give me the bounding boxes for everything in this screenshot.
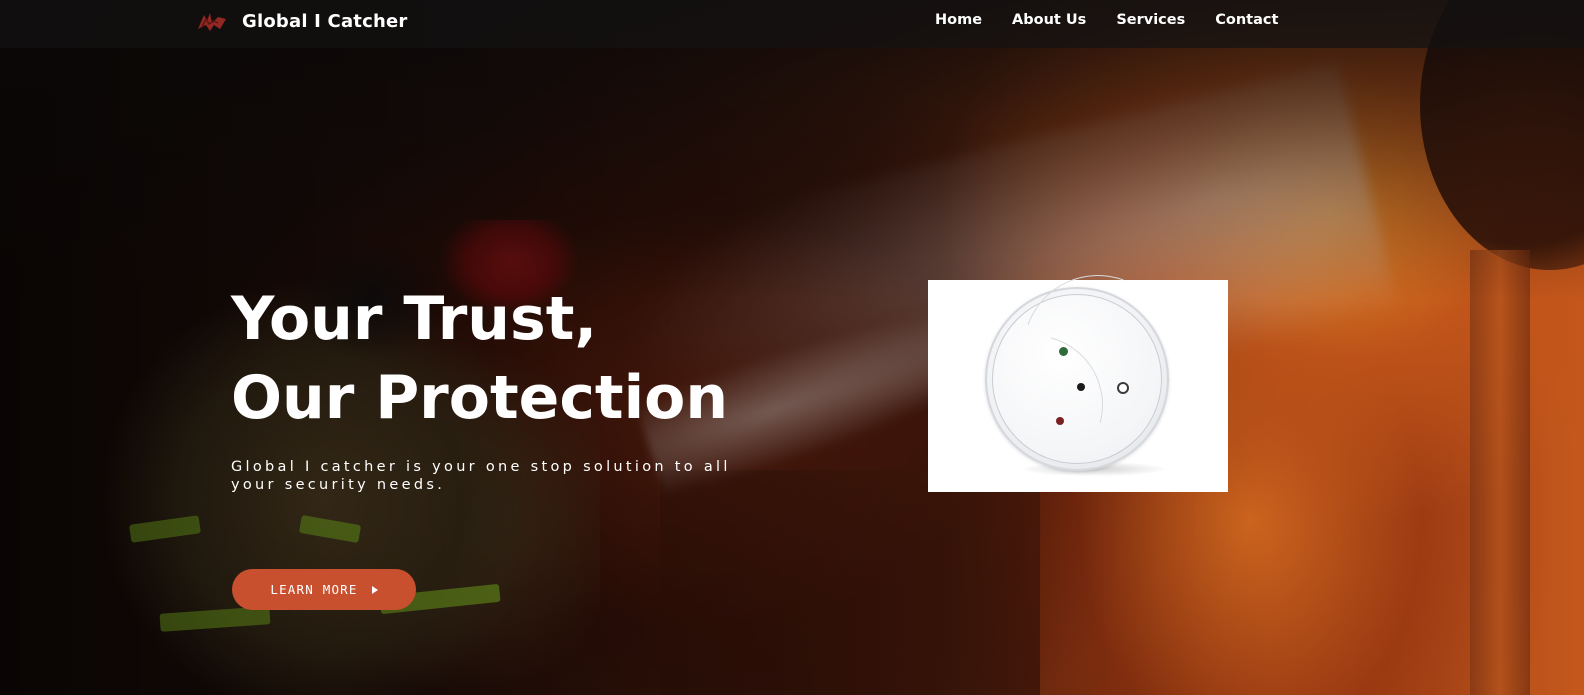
red-led-icon [1056, 417, 1064, 425]
hero-headline: Your Trust, Our Protection [231, 280, 728, 438]
nav-link-home[interactable]: Home [935, 12, 982, 28]
green-led-icon [1059, 347, 1068, 356]
caret-right-icon [371, 585, 378, 594]
sensor-dot-icon [1077, 383, 1085, 391]
hero-headline-line-2: Our Protection [231, 363, 729, 433]
nav-link-contact[interactable]: Contact [1215, 12, 1278, 28]
brand-name: Global I Catcher [242, 10, 408, 32]
smoke-detector-body [937, 250, 1198, 501]
smoke-detector-image [928, 250, 1228, 501]
main-nav: Home About Us Services Contact [935, 12, 1308, 28]
hero-tagline: Global I catcher is your one stop soluti… [231, 459, 731, 493]
brand[interactable]: Global I Catcher [196, 8, 407, 34]
nav-link-about-us[interactable]: About Us [1012, 12, 1086, 28]
smoke-detector-face [937, 250, 1198, 501]
nav-link-services[interactable]: Services [1116, 12, 1185, 28]
hero-headline-line-1: Your Trust, [231, 284, 598, 354]
learn-more-label: LEARN MORE [270, 582, 358, 597]
learn-more-button[interactable]: LEARN MORE [232, 569, 416, 610]
navbar: Global I Catcher Home About Us Services … [0, 0, 1584, 48]
test-button-icon [1117, 382, 1129, 394]
hero-section: Global I Catcher Home About Us Services … [0, 0, 1584, 695]
brand-logo-icon [198, 13, 226, 31]
